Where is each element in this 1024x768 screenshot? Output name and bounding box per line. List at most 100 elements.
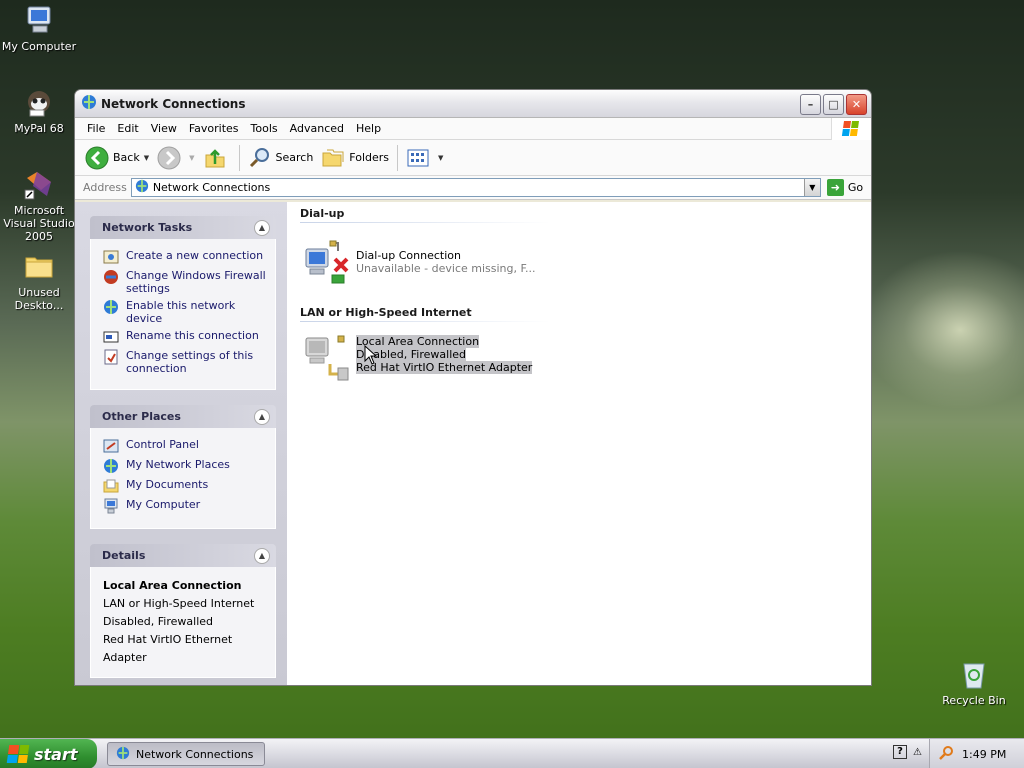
network-connections-icon	[135, 179, 149, 196]
firewall-icon	[103, 269, 119, 285]
group-title-dialup: Dial-up	[300, 207, 345, 220]
back-arrow-icon	[85, 146, 109, 170]
task-rename-connection[interactable]: Rename this connection	[103, 329, 267, 345]
place-my-network-places[interactable]: My Network Places	[103, 458, 267, 474]
recycle-bin-icon	[958, 658, 990, 690]
chevron-down-icon[interactable]: ▼	[189, 154, 194, 162]
go-button[interactable]: ➜ Go	[826, 179, 864, 196]
views-button[interactable]: ▼	[402, 143, 447, 173]
collapse-icon[interactable]: ▲	[254, 547, 270, 564]
place-my-documents[interactable]: My Documents	[103, 478, 267, 494]
settings-icon	[103, 349, 119, 365]
desktop-icon-mypal[interactable]: MyPal 68	[0, 86, 78, 135]
other-places-panel: Other Places ▲ Control Panel My Network …	[90, 405, 276, 529]
system-tray: 1:49 PM	[929, 739, 1024, 768]
task-create-connection[interactable]: Create a new connection	[103, 249, 267, 265]
network-connections-icon	[81, 94, 97, 113]
collapse-icon[interactable]: ▲	[254, 408, 270, 425]
start-button[interactable]: start	[0, 739, 97, 768]
dialup-connection-icon	[302, 237, 352, 285]
close-button[interactable]: ✕	[846, 94, 867, 115]
my-computer-icon	[103, 498, 119, 514]
forward-button[interactable]: ▼	[153, 143, 198, 173]
lan-connection-device: Red Hat VirtIO Ethernet Adapter	[356, 361, 533, 374]
back-label: Back	[113, 151, 140, 164]
task-change-firewall[interactable]: Change Windows Firewall settings	[103, 269, 267, 295]
details-line: Red Hat VirtIO Ethernet Adapter	[103, 633, 233, 664]
menu-file[interactable]: File	[81, 119, 111, 139]
minimize-button[interactable]: –	[800, 94, 821, 115]
desktop-icon-recycle-bin[interactable]: Recycle Bin	[935, 658, 1013, 707]
my-documents-icon	[103, 478, 119, 494]
desktop-icon-visual-studio[interactable]: Microsoft Visual Studio 2005	[0, 168, 78, 243]
up-button[interactable]	[199, 143, 235, 173]
network-tasks-header[interactable]: Network Tasks ▲	[90, 216, 276, 239]
back-button[interactable]: Back ▼	[81, 143, 153, 173]
details-header[interactable]: Details ▲	[90, 544, 276, 567]
menu-bar: File Edit View Favorites Tools Advanced …	[75, 118, 871, 140]
visual-studio-icon	[23, 168, 55, 200]
address-dropdown-button[interactable]: ▼	[803, 179, 820, 196]
connection-local-area[interactable]: Local Area Connection Disabled, Firewall…	[302, 334, 533, 382]
lan-connection-icon	[302, 334, 352, 382]
task-change-settings[interactable]: Change settings of this connection	[103, 349, 267, 375]
desktop-icon-label: My Computer	[1, 40, 77, 53]
menu-favorites[interactable]: Favorites	[183, 119, 245, 139]
connections-list: Dial-up Dial-up Connection Unavailable -…	[287, 202, 871, 685]
mouse-cursor-icon	[364, 344, 378, 368]
forward-arrow-icon	[157, 146, 181, 170]
title-bar[interactable]: Network Connections – □ ✕	[75, 90, 871, 118]
network-disabled-icon[interactable]: ⚠	[913, 747, 922, 758]
connection-dialup[interactable]: Dial-up Connection Unavailable - device …	[302, 237, 536, 285]
search-tray-icon[interactable]	[938, 745, 954, 764]
go-arrow-icon: ➜	[826, 179, 844, 196]
maximize-button[interactable]: □	[823, 94, 844, 115]
dialup-connection-status: Unavailable - device missing, F...	[356, 262, 536, 275]
start-label: start	[34, 744, 78, 764]
search-button[interactable]: Search	[244, 143, 318, 173]
task-pane: Network Tasks ▲ Create a new connection …	[75, 202, 287, 685]
window-title: Network Connections	[101, 96, 246, 111]
windows-logo-icon	[831, 118, 871, 140]
mypal-icon	[23, 86, 55, 118]
views-icon	[406, 146, 430, 170]
place-label: My Documents	[126, 478, 209, 491]
place-my-computer[interactable]: My Computer	[103, 498, 267, 514]
dialup-connection-name: Dial-up Connection	[356, 249, 461, 262]
search-label: Search	[275, 151, 314, 164]
network-tasks-title: Network Tasks	[102, 221, 193, 234]
help-icon[interactable]: ?	[893, 745, 908, 759]
details-connection-name: Local Area Connection	[103, 579, 242, 592]
address-input[interactable]: Network Connections ▼	[130, 178, 821, 197]
taskbar-button-network-connections[interactable]: Network Connections	[107, 742, 265, 766]
chevron-down-icon[interactable]: ▼	[438, 154, 443, 162]
place-control-panel[interactable]: Control Panel	[103, 438, 267, 454]
details-body: Local Area Connection LAN or High-Speed …	[90, 567, 276, 678]
menu-help[interactable]: Help	[350, 119, 387, 139]
group-divider	[300, 321, 550, 322]
other-places-header[interactable]: Other Places ▲	[90, 405, 276, 428]
menu-edit[interactable]: Edit	[111, 119, 144, 139]
search-icon	[248, 146, 272, 170]
go-label: Go	[847, 181, 864, 194]
taskbar: start Network Connections ? ⚠ 1:49 PM	[0, 738, 1024, 768]
desktop-icon-unused[interactable]: Unused Deskto...	[0, 250, 78, 312]
menu-view[interactable]: View	[145, 119, 183, 139]
chevron-down-icon[interactable]: ▼	[144, 154, 149, 162]
collapse-icon[interactable]: ▲	[254, 219, 270, 236]
task-enable-device[interactable]: Enable this network device	[103, 299, 267, 325]
desktop-icon-my-computer[interactable]: My Computer	[0, 4, 78, 53]
network-tasks-panel: Network Tasks ▲ Create a new connection …	[90, 216, 276, 390]
desktop-icon-label: MyPal 68	[14, 122, 64, 135]
control-panel-icon	[103, 438, 119, 454]
desktop-icon-label: Unused Deskto...	[14, 286, 64, 312]
menu-advanced[interactable]: Advanced	[284, 119, 350, 139]
folders-icon	[321, 146, 345, 170]
menu-tools[interactable]: Tools	[245, 119, 284, 139]
folders-label: Folders	[349, 151, 390, 164]
clock[interactable]: 1:49 PM	[962, 748, 1006, 761]
toolbar-separator	[238, 144, 240, 171]
folders-button[interactable]: Folders	[317, 143, 393, 173]
content-area: Network Tasks ▲ Create a new connection …	[75, 202, 871, 685]
place-label: My Computer	[126, 498, 201, 511]
